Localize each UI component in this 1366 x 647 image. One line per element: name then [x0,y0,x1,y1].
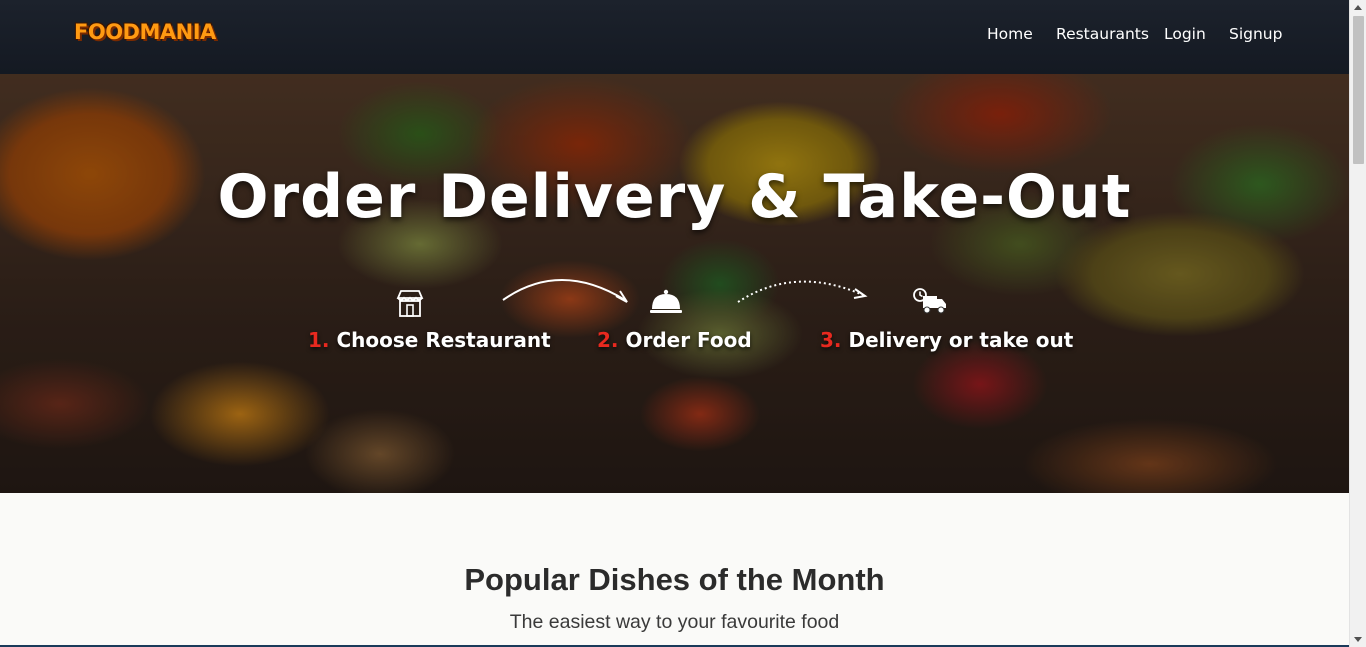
dotted-arrow-icon [737,280,868,303]
navbar: FOODMANIA Home Restaurants Login Signup [0,0,1349,74]
scroll-down-arrow-icon[interactable] [1354,637,1362,642]
nav-home-link[interactable]: Home [987,25,1033,43]
nav-login-link[interactable]: Login [1164,25,1206,43]
step-2-number: 2. [597,328,619,352]
popular-dishes-subtitle: The easiest way to your favourite food [509,611,840,633]
vertical-scrollbar[interactable] [1349,0,1366,647]
step-3-number: 3. [820,328,842,352]
step-1-number: 1. [308,328,330,352]
nav-signup-link[interactable]: Signup [1229,25,1282,43]
popular-dishes-title: Popular Dishes of the Month [464,562,885,597]
hero-title: Order Delivery & Take-Out [217,162,1132,232]
storefront-icon [396,290,424,317]
cloche-icon [650,289,682,313]
delivery-truck-icon [913,288,946,314]
step-3-text: Delivery or take out [848,328,1074,352]
nav-restaurants-link[interactable]: Restaurants [1056,25,1149,43]
hero-banner: Order Delivery & Take-Out 1. Choose Rest… [0,74,1349,493]
step-2-label: 2. Order Food [597,328,752,352]
foodmania-logo[interactable]: FOODMANIA [74,20,216,44]
scrollbar-thumb[interactable] [1353,16,1364,164]
step-1-text: Choose Restaurant [336,328,551,352]
step-3-label: 3. Delivery or take out [820,328,1073,352]
step-2-text: Order Food [625,328,752,352]
scroll-up-arrow-icon[interactable] [1354,5,1362,10]
hero-background-image [0,74,1349,493]
step-1-label: 1. Choose Restaurant [308,328,551,352]
curved-arrow-icon [502,279,628,303]
